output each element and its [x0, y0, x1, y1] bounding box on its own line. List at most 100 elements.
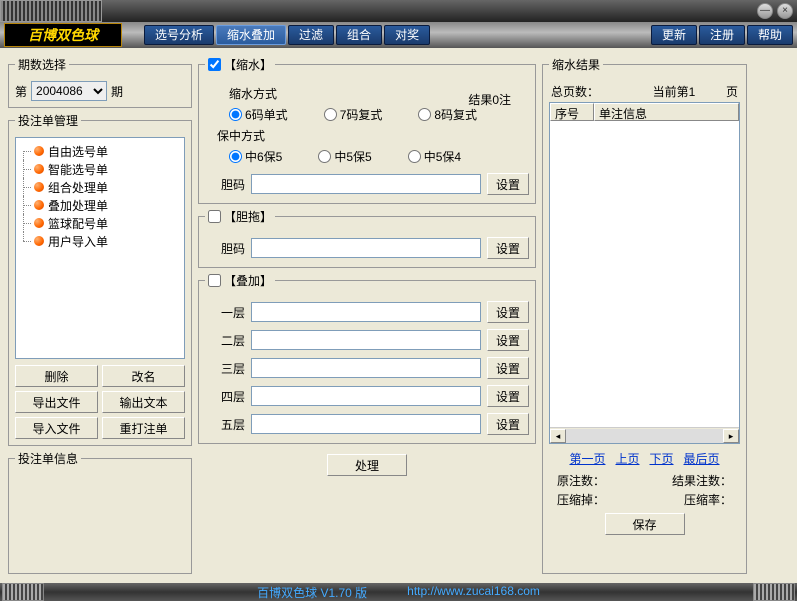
layer-2-set-button[interactable]: 设置: [487, 329, 529, 351]
scroll-track[interactable]: [566, 429, 723, 443]
menu-check[interactable]: 对奖: [384, 25, 430, 45]
tree-label: 智能选号单: [48, 161, 108, 178]
menu-shrink-overlay[interactable]: 缩水叠加: [216, 25, 286, 45]
keep-option-65[interactable]: 中6保5: [229, 148, 282, 165]
layer-1-set-button[interactable]: 设置: [487, 301, 529, 323]
layer-4-label: 四层: [221, 388, 245, 405]
layer-2-input[interactable]: [251, 330, 481, 350]
tree-item[interactable]: 篮球配号单: [20, 214, 182, 232]
tree-item[interactable]: 用户导入单: [20, 232, 182, 250]
app-logo: 百博双色球: [4, 23, 122, 47]
dantuo-dm-label: 胆码: [221, 240, 245, 257]
export-file-button[interactable]: 导出文件: [15, 391, 98, 413]
ball-icon: [34, 182, 44, 192]
result-table-body: [550, 121, 739, 427]
menu-analyze[interactable]: 选号分析: [144, 25, 214, 45]
menu-help[interactable]: 帮助: [747, 25, 793, 45]
menubar: 百博双色球 选号分析 缩水叠加 过滤 组合 对奖 更新 注册 帮助: [0, 22, 797, 48]
pager-prev[interactable]: 上页: [615, 450, 639, 467]
menu-filter[interactable]: 过滤: [288, 25, 334, 45]
ball-icon: [34, 164, 44, 174]
dantuo-checkbox[interactable]: [208, 210, 221, 223]
layer-3-input[interactable]: [251, 358, 481, 378]
shrink-dm-label: 胆码: [221, 176, 245, 193]
layer-4-set-button[interactable]: 设置: [487, 385, 529, 407]
period-select-group: 期数选择 第 2004086 期: [8, 56, 192, 108]
rename-button[interactable]: 改名: [102, 365, 185, 387]
dantuo-legend: 【胆拖】: [224, 208, 272, 225]
scroll-left-icon[interactable]: ◂: [550, 429, 566, 443]
method-option-7[interactable]: 7码复式: [324, 106, 383, 123]
method-option-6[interactable]: 6码单式: [229, 106, 288, 123]
result-group: 缩水结果 总页数： 当前第1 页 序号 单注信息: [542, 56, 747, 574]
tree-item[interactable]: 叠加处理单: [20, 196, 182, 214]
layer-1-label: 一层: [221, 304, 245, 321]
keep-option-55[interactable]: 中5保5: [318, 148, 371, 165]
dantuo-set-button[interactable]: 设置: [487, 237, 529, 259]
shrink-legend: 【缩水】: [224, 56, 272, 73]
reprint-button[interactable]: 重打注单: [102, 417, 185, 439]
orig-count-label: 原注数：: [557, 472, 605, 489]
scroll-right-icon[interactable]: ▸: [723, 429, 739, 443]
output-text-button[interactable]: 输出文本: [102, 391, 185, 413]
tree-label: 叠加处理单: [48, 197, 108, 214]
pager-next[interactable]: 下页: [650, 450, 674, 467]
period-select[interactable]: 2004086: [31, 81, 107, 101]
shrink-dm-set-button[interactable]: 设置: [487, 173, 529, 195]
menu-combine[interactable]: 组合: [336, 25, 382, 45]
dantuo-dm-input[interactable]: [251, 238, 481, 258]
period-prefix: 第: [15, 83, 27, 100]
col-seq[interactable]: 序号: [550, 103, 594, 121]
tree-label: 组合处理单: [48, 179, 108, 196]
overlay-legend: 【叠加】: [224, 272, 272, 289]
result-count-label: 结果注数：: [672, 472, 732, 489]
tree-item[interactable]: 智能选号单: [20, 160, 182, 178]
bet-manage-legend: 投注单管理: [15, 112, 81, 129]
keep-option-54[interactable]: 中5保4: [408, 148, 461, 165]
keep-method-label: 保中方式: [217, 127, 529, 144]
bet-info-group: 投注单信息: [8, 450, 192, 574]
delete-button[interactable]: 删除: [15, 365, 98, 387]
tree-label: 篮球配号单: [48, 215, 108, 232]
shrink-group: 【缩水】 结果0注 缩水方式 6码单式 7码复式 8码复式 保中方式 中6保5 …: [198, 56, 536, 204]
pager-first[interactable]: 第一页: [569, 450, 605, 467]
compress-rate-label: 压缩率：: [684, 491, 732, 508]
horizontal-scrollbar[interactable]: ◂ ▸: [550, 427, 739, 443]
minimize-button[interactable]: —: [757, 3, 773, 19]
close-button[interactable]: ×: [777, 3, 793, 19]
layer-3-set-button[interactable]: 设置: [487, 357, 529, 379]
ball-icon: [34, 236, 44, 246]
save-button[interactable]: 保存: [605, 513, 685, 535]
pager-last[interactable]: 最后页: [684, 450, 720, 467]
ball-icon: [34, 218, 44, 228]
layer-5-input[interactable]: [251, 414, 481, 434]
layer-1-input[interactable]: [251, 302, 481, 322]
process-button[interactable]: 处理: [327, 454, 407, 476]
layer-3-label: 三层: [221, 360, 245, 377]
result-legend: 缩水结果: [549, 56, 603, 73]
menu-update[interactable]: 更新: [651, 25, 697, 45]
shrink-dm-input[interactable]: [251, 174, 481, 194]
ball-icon: [34, 200, 44, 210]
period-legend: 期数选择: [15, 56, 69, 73]
tree-item[interactable]: 组合处理单: [20, 178, 182, 196]
tree-label: 用户导入单: [48, 233, 108, 250]
layer-4-input[interactable]: [251, 386, 481, 406]
menu-register[interactable]: 注册: [699, 25, 745, 45]
import-file-button[interactable]: 导入文件: [15, 417, 98, 439]
method-option-8[interactable]: 8码复式: [418, 106, 477, 123]
current-page-suffix: 页: [726, 85, 738, 99]
result-table: 序号 单注信息 ◂ ▸: [549, 102, 740, 444]
bet-info-legend: 投注单信息: [15, 450, 81, 467]
statusbar: 百博双色球 V1.70 版 http://www.zucai168.com: [0, 583, 797, 601]
overlay-checkbox[interactable]: [208, 274, 221, 287]
shrink-checkbox[interactable]: [208, 58, 221, 71]
bet-tree[interactable]: 自由选号单 智能选号单 组合处理单 叠加处理单 篮球配号单 用户导入单: [15, 137, 185, 359]
tree-item[interactable]: 自由选号单: [20, 142, 182, 160]
col-info[interactable]: 单注信息: [594, 103, 739, 121]
layer-5-set-button[interactable]: 设置: [487, 413, 529, 435]
current-page-num: 1: [689, 85, 696, 99]
compress-off-label: 压缩掉：: [557, 491, 605, 508]
status-url: http://www.zucai168.com: [407, 584, 540, 601]
titlebar: — ×: [0, 0, 797, 22]
